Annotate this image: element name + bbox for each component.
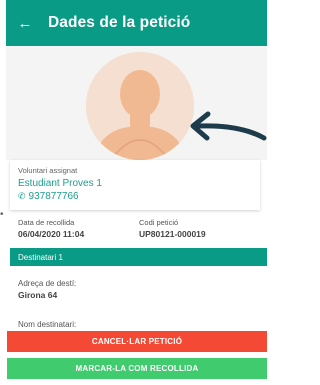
user-avatar-icon [86, 52, 194, 160]
recipient-section-header: Destinatari 1 [10, 248, 267, 266]
recipient-name-label: Nom destinatari: [18, 320, 77, 329]
recipient-name-field: Nom destinatari: [18, 320, 76, 329]
request-code-label: Codi petició [139, 218, 179, 227]
address-field: Adreça de destí: Girona 64 [18, 279, 76, 300]
volunteer-phone: 937877766 [28, 191, 79, 202]
mark-collected-button[interactable]: MARCAR-LA COM RECOLLIDA [7, 358, 267, 379]
phone-icon: ✆ [18, 191, 26, 201]
back-arrow-icon[interactable]: ← [6, 0, 40, 46]
volunteer-card: Voluntari assignat Estudiant Proves 1 ✆ … [10, 160, 260, 210]
volunteer-name-link[interactable]: Estudiant Proves 1 [18, 178, 260, 189]
pickup-date-value: 06/04/2020 11:04 [18, 229, 85, 239]
request-code-value: UP80121-000019 [139, 229, 206, 239]
address-label: Adreça de destí: [18, 279, 77, 288]
page-title: Dades de la petició [48, 14, 191, 31]
volunteer-label: Voluntari assignat [18, 166, 78, 175]
pickup-date-label: Data de recollida [18, 218, 75, 227]
curved-arrow-icon [190, 111, 267, 141]
address-value: Girona 64 [18, 290, 58, 300]
volunteer-phone-link[interactable]: ✆ 937877766 [18, 191, 260, 202]
cancel-request-button[interactable]: CANCEL·LAR PETICIÓ [7, 331, 267, 352]
request-code-block: Codi petició UP80121-000019 [139, 218, 206, 239]
bullet-marker: • [0, 209, 4, 220]
app-bar: ← Dades de la petició [6, 0, 267, 46]
pickup-date-block: Data de recollida 06/04/2020 11:04 [18, 218, 84, 239]
